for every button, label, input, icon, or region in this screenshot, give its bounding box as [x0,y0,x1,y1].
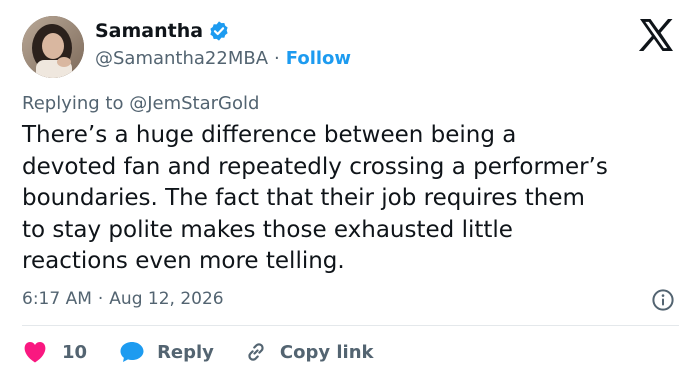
copy-link-label: Copy link [279,341,374,363]
reply-context-prefix: Replying to [22,93,124,114]
reply-label: Reply [157,341,214,363]
author-name-row: Samantha [95,19,230,43]
x-logo-icon[interactable] [637,17,675,53]
tweet-actions: 10 Reply Copy link [22,338,374,366]
timestamp-separator: · [97,289,104,309]
avatar-image [22,16,84,78]
divider [22,325,679,326]
reply-context: Replying to @JemStarGold [22,92,259,116]
tweet-line: to stay polite makes those exhausted lit… [22,216,513,243]
tweet-line: devoted fan and repeatedly crossing a pe… [22,153,608,180]
verified-badge-icon [208,20,230,42]
author-handle-row: @Samantha22MBA · Follow [95,47,351,71]
author-name[interactable]: Samantha [95,19,203,43]
handle-separator: · [274,48,280,69]
reply-button[interactable]: Reply [119,340,214,364]
tweet-line: There’s a huge difference between being … [22,122,517,148]
avatar[interactable] [22,16,84,78]
tweet-line: reactions even more telling. [22,248,345,274]
reply-mention-link[interactable]: @JemStarGold [129,93,259,114]
tweet-text: There’s a huge difference between being … [22,120,687,278]
heart-icon [22,340,48,364]
like-button[interactable]: 10 [22,340,87,364]
tweet-time: 6:17 AM [22,289,92,309]
tweet-date: Aug 12, 2026 [109,289,224,309]
like-count: 10 [62,341,88,363]
follow-button[interactable]: Follow [286,47,351,71]
copy-link-button[interactable]: Copy link [244,340,374,364]
info-icon[interactable] [651,288,675,312]
reply-bubble-icon [119,340,145,364]
tweet-line: boundaries. The fact that their job requ… [22,185,585,211]
link-icon [244,340,268,364]
tweet-timestamp[interactable]: 6:17 AM · Aug 12, 2026 [22,287,224,311]
author-handle[interactable]: @Samantha22MBA [95,47,268,71]
